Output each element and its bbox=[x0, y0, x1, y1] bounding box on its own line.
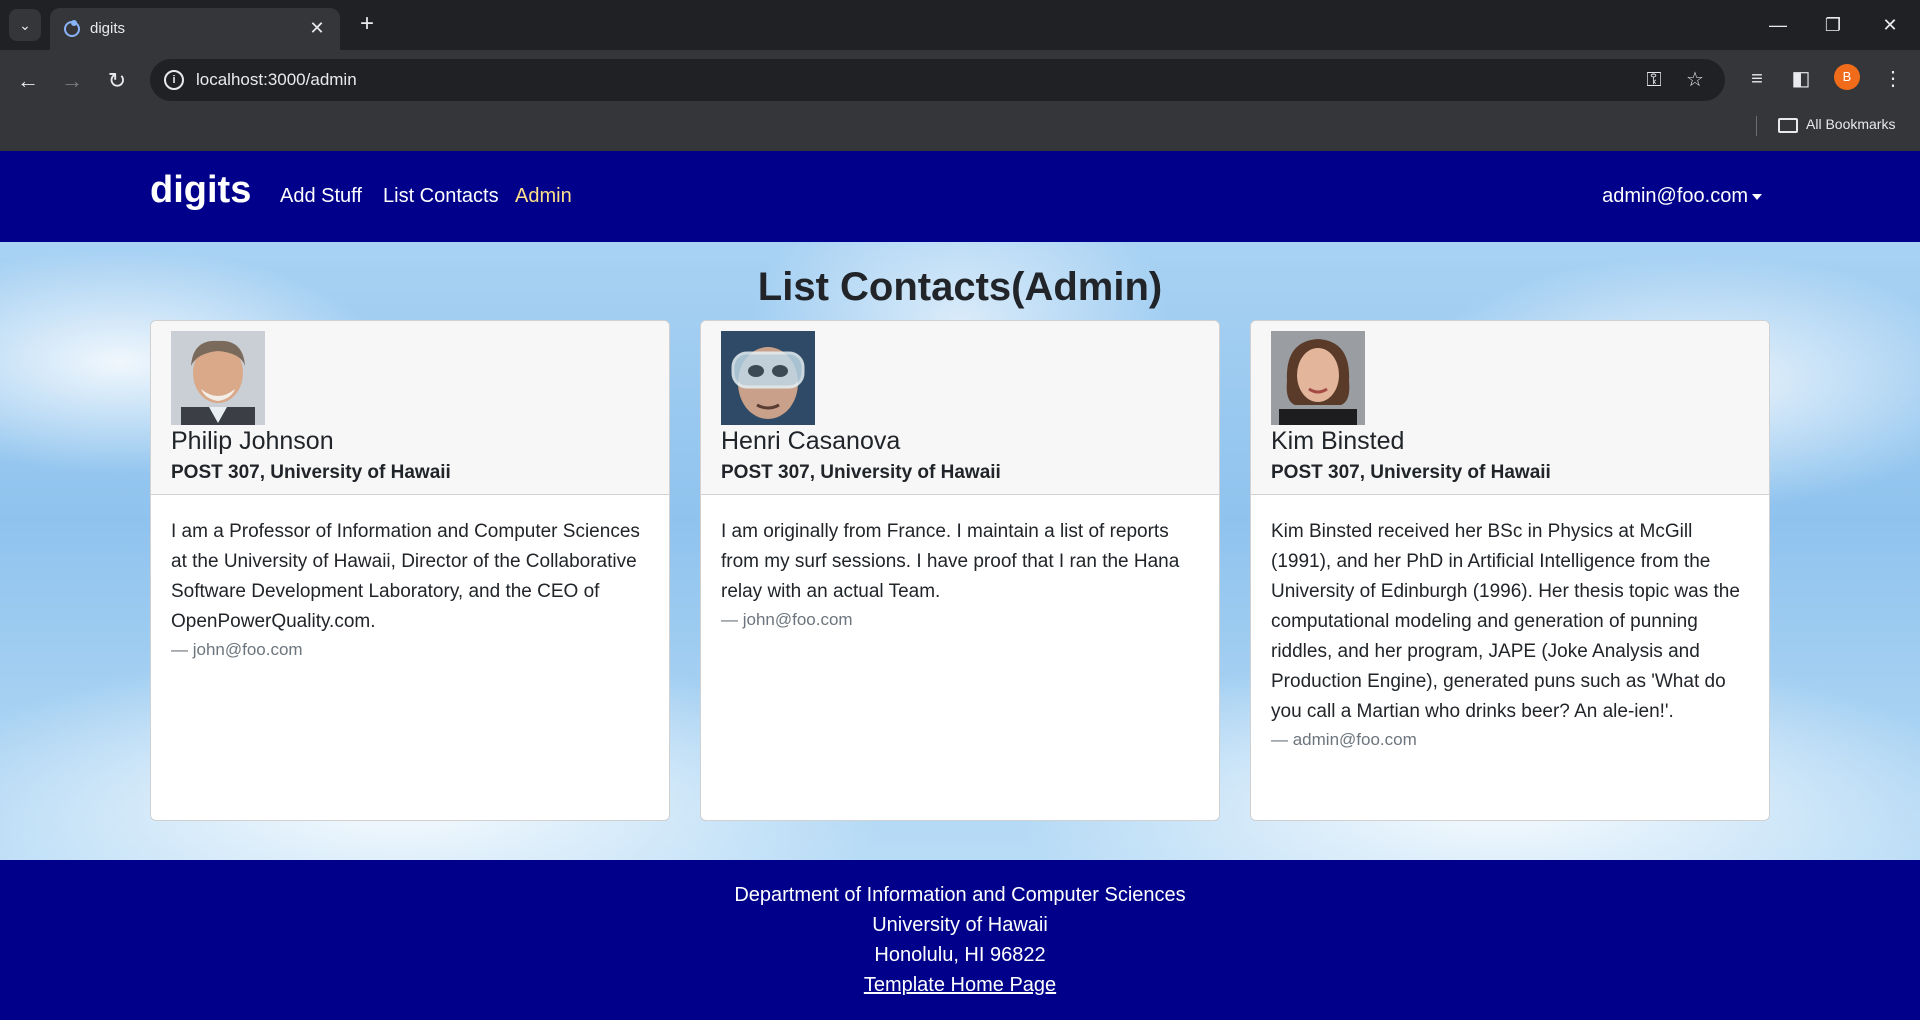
contact-photo bbox=[721, 331, 815, 425]
contact-photo bbox=[1271, 331, 1365, 425]
card-header: Henri Casanova POST 307, University of H… bbox=[701, 321, 1219, 495]
nav-add-stuff[interactable]: Add Stuff bbox=[280, 185, 362, 208]
user-dropdown[interactable]: admin@foo.com bbox=[1602, 185, 1762, 208]
tab-search-button[interactable]: ⌄ bbox=[9, 9, 41, 41]
close-window-button[interactable]: ✕ bbox=[1870, 10, 1910, 40]
contact-address: POST 307, University of Hawaii bbox=[1271, 462, 1551, 483]
contact-card: Henri Casanova POST 307, University of H… bbox=[700, 320, 1220, 821]
browser-tab-bar: ⌄ digits ✕ + — ❐ ✕ bbox=[0, 0, 1920, 50]
reload-button[interactable]: ↻ bbox=[100, 64, 134, 98]
description-text: I am originally from France. I maintain … bbox=[721, 521, 1180, 602]
page-footer: Department of Information and Computer S… bbox=[0, 860, 1920, 1020]
forward-button[interactable]: → bbox=[55, 64, 89, 98]
contact-owner: — john@foo.com bbox=[721, 610, 853, 629]
new-tab-button[interactable]: + bbox=[352, 10, 382, 40]
description-text: Kim Binsted received her BSc in Physics … bbox=[1271, 521, 1740, 722]
card-header: Philip Johnson POST 307, University of H… bbox=[151, 321, 669, 495]
back-button[interactable]: ← bbox=[11, 64, 45, 98]
minimize-button[interactable]: — bbox=[1758, 10, 1798, 40]
side-panel-icon[interactable]: ◧ bbox=[1786, 64, 1816, 94]
brand-logo[interactable]: digits bbox=[150, 169, 251, 212]
all-bookmarks-button[interactable]: All Bookmarks bbox=[1806, 116, 1895, 132]
user-email: admin@foo.com bbox=[1602, 185, 1748, 207]
restore-button[interactable]: ❐ bbox=[1813, 10, 1853, 40]
tab-favicon-icon bbox=[64, 20, 80, 37]
contact-photo bbox=[171, 331, 265, 425]
contact-address: POST 307, University of Hawaii bbox=[721, 462, 1001, 483]
contact-description: I am a Professor of Information and Comp… bbox=[171, 517, 653, 663]
nav-admin[interactable]: Admin bbox=[515, 185, 572, 208]
template-home-link[interactable]: Template Home Page bbox=[864, 974, 1056, 996]
bookmarks-divider bbox=[1756, 116, 1757, 136]
footer-university: University of Hawaii bbox=[872, 914, 1048, 936]
browser-toolbar: ← → ↻ i localhost:3000/admin ⚿ ☆ ≡ ◧ B ⋮… bbox=[0, 50, 1920, 158]
footer-department: Department of Information and Computer S… bbox=[734, 884, 1186, 906]
contact-card: Kim Binsted POST 307, University of Hawa… bbox=[1250, 320, 1770, 821]
contact-name: Kim Binsted bbox=[1271, 427, 1405, 455]
browser-tab[interactable]: digits ✕ bbox=[50, 8, 340, 50]
page-title: List Contacts(Admin) bbox=[757, 265, 1163, 309]
bookmark-star-icon[interactable]: ☆ bbox=[1682, 67, 1708, 93]
contact-name: Philip Johnson bbox=[171, 427, 334, 455]
caret-down-icon bbox=[1752, 193, 1762, 200]
address-url[interactable]: localhost:3000/admin bbox=[196, 70, 357, 90]
address-bar[interactable]: i localhost:3000/admin ⚿ ☆ bbox=[150, 59, 1725, 101]
contact-description: I am originally from France. I maintain … bbox=[721, 517, 1203, 633]
contact-address: POST 307, University of Hawaii bbox=[171, 462, 451, 483]
browser-menu-icon[interactable]: ⋮ bbox=[1878, 64, 1908, 94]
contact-name: Henri Casanova bbox=[721, 427, 901, 455]
media-controls-icon[interactable]: ≡ bbox=[1742, 64, 1772, 94]
site-info-icon[interactable]: i bbox=[164, 70, 184, 90]
app-navbar: digits Add Stuff List Contacts Admin adm… bbox=[0, 151, 1920, 242]
card-header: Kim Binsted POST 307, University of Hawa… bbox=[1251, 321, 1769, 495]
contact-description: Kim Binsted received her BSc in Physics … bbox=[1271, 517, 1753, 753]
tab-close-icon[interactable]: ✕ bbox=[306, 17, 328, 39]
contact-card: Philip Johnson POST 307, University of H… bbox=[150, 320, 670, 821]
tab-title: digits bbox=[90, 20, 126, 37]
folder-icon bbox=[1778, 118, 1798, 133]
description-text: I am a Professor of Information and Comp… bbox=[171, 521, 640, 632]
profile-avatar[interactable]: B bbox=[1834, 64, 1860, 90]
nav-list-contacts[interactable]: List Contacts bbox=[383, 185, 499, 208]
password-key-icon[interactable]: ⚿ bbox=[1641, 67, 1667, 93]
footer-location: Honolulu, HI 96822 bbox=[874, 944, 1046, 966]
contact-owner: — john@foo.com bbox=[171, 640, 303, 659]
contact-owner: — admin@foo.com bbox=[1271, 730, 1417, 749]
